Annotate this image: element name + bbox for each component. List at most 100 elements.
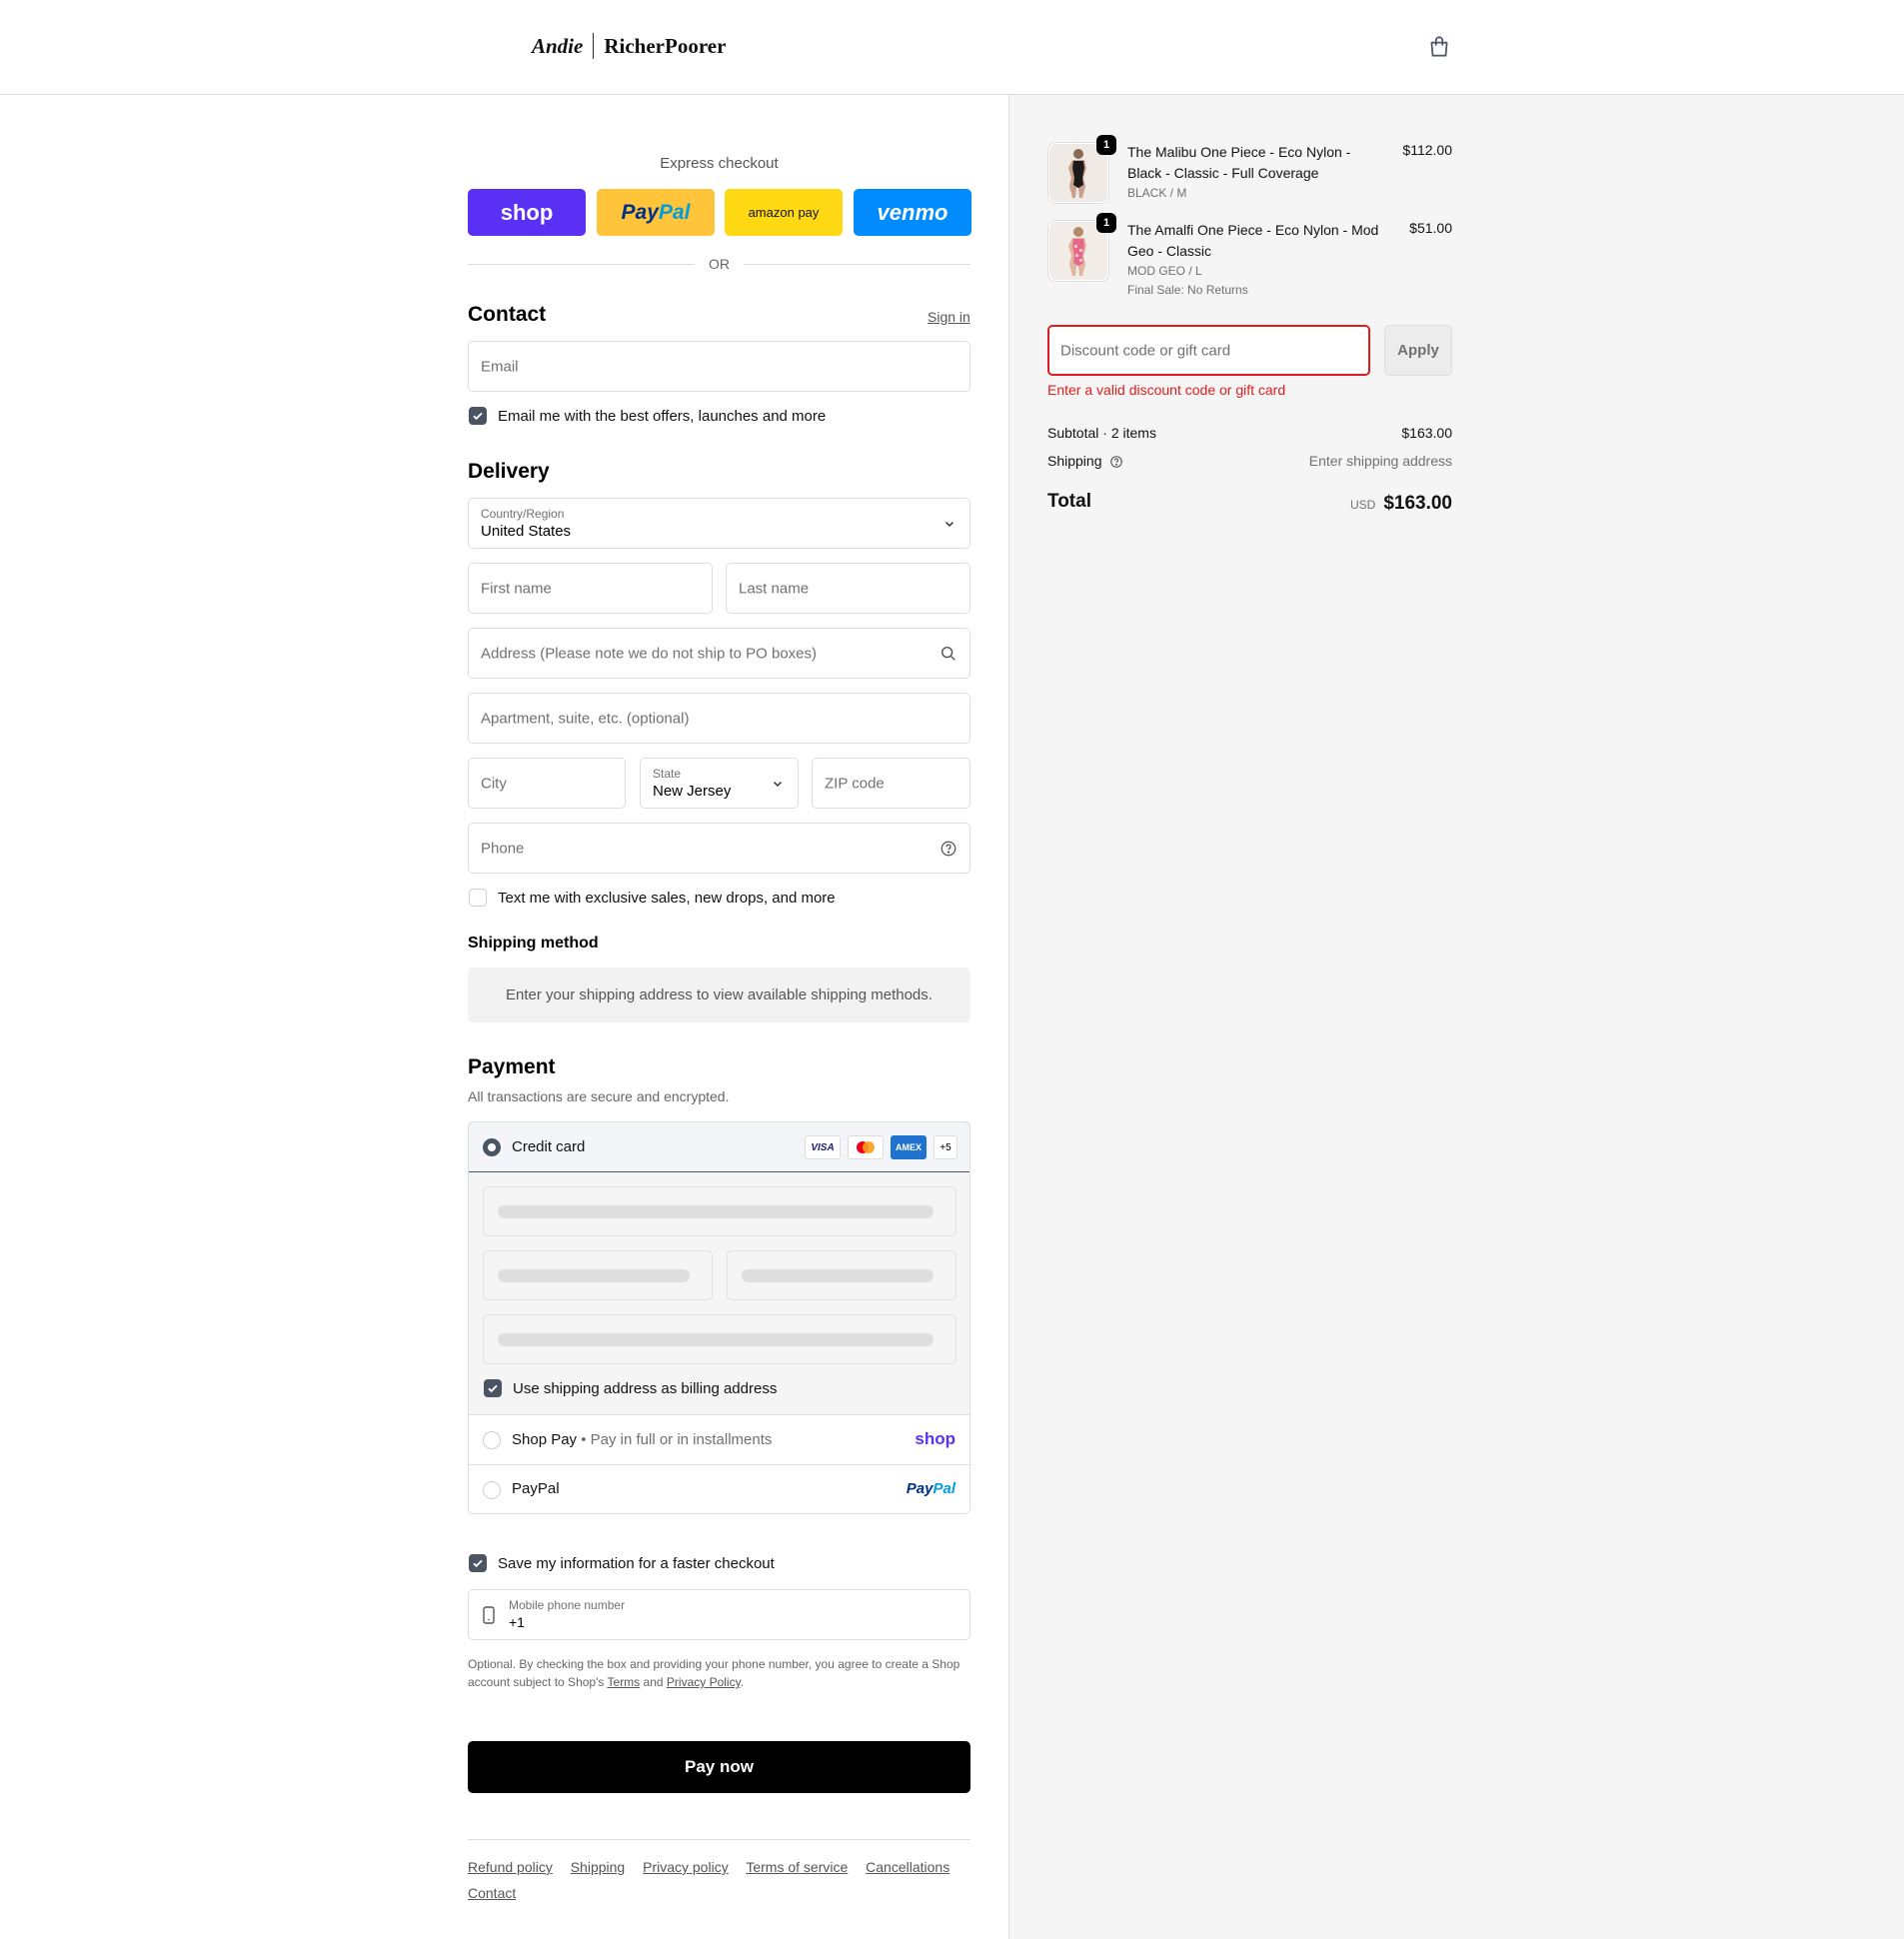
sign-in-link[interactable]: Sign in <box>928 309 970 325</box>
zip-placeholder: ZIP code <box>825 775 885 792</box>
paypal-logo: PayPal <box>907 1480 955 1497</box>
more-cards-badge: +5 <box>934 1135 957 1159</box>
email-placeholder: Email <box>481 358 519 375</box>
shop-pay-wordmark: shop <box>500 199 554 225</box>
billing-address-checkbox-row[interactable]: Use shipping address as billing address <box>484 1379 777 1397</box>
logo-divider <box>593 33 595 59</box>
paypal-radio[interactable] <box>483 1481 501 1499</box>
apartment-field[interactable]: Apartment, suite, etc. (optional) <box>468 693 970 744</box>
discount-code-placeholder: Discount code or gift card <box>1060 342 1231 359</box>
footer-links: Refund policy Shipping Privacy policy Te… <box>468 1854 970 1906</box>
state-label: State <box>653 767 682 781</box>
shop-pay-option[interactable]: Shop Pay • Pay in full or in installment… <box>469 1415 969 1465</box>
apply-discount-button[interactable]: Apply <box>1384 325 1452 376</box>
shop-account-fine-print: Optional. By checking the box and provid… <box>468 1655 970 1691</box>
email-offers-checkbox[interactable] <box>469 407 487 425</box>
expiry-field-loading[interactable] <box>483 1250 713 1300</box>
check-icon <box>473 1559 483 1568</box>
security-code-field-loading[interactable] <box>727 1250 956 1300</box>
address-field[interactable]: Address (Please note we do not ship to P… <box>468 628 970 679</box>
loading-bar <box>498 1333 934 1346</box>
billing-address-label: Use shipping address as billing address <box>513 1379 778 1397</box>
discount-code-input[interactable]: Discount code or gift card <box>1047 325 1370 376</box>
save-info-checkbox-row[interactable]: Save my information for a faster checkou… <box>469 1554 775 1572</box>
address-placeholder: Address (Please note we do not ship to P… <box>481 645 818 662</box>
name-on-card-field-loading[interactable] <box>483 1314 956 1364</box>
shopping-bag-icon[interactable] <box>1426 34 1452 60</box>
shop-pay-logo: shop <box>915 1429 955 1448</box>
shop-pay-express-button[interactable]: shop <box>468 189 586 236</box>
country-select[interactable]: Country/Region United States <box>468 498 970 549</box>
paypal-option[interactable]: PayPal PayPal <box>469 1465 969 1513</box>
total-label: Total <box>1047 491 1091 512</box>
shipping-policy-link[interactable]: Shipping <box>571 1859 626 1875</box>
item-price: $51.00 <box>1409 220 1452 236</box>
contact-heading: Contact <box>468 303 547 326</box>
email-offers-checkbox-row[interactable]: Email me with the best offers, launches … <box>469 407 826 425</box>
shop-pay-radio[interactable] <box>483 1431 501 1449</box>
credit-card-radio[interactable] <box>483 1138 501 1156</box>
loading-bar <box>742 1269 934 1282</box>
venmo-express-button[interactable]: venmo <box>854 189 971 236</box>
mobile-phone-value: +1 <box>509 1614 525 1630</box>
shop-privacy-link[interactable]: Privacy Policy <box>667 1675 741 1689</box>
help-circle-icon[interactable] <box>1109 455 1123 469</box>
mobile-phone-field[interactable]: Mobile phone number +1 <box>468 1589 970 1640</box>
first-name-placeholder: First name <box>481 580 552 597</box>
payment-heading: Payment <box>468 1055 556 1078</box>
total-amount: USD $163.00 <box>1350 493 1452 515</box>
credit-card-label: Credit card <box>512 1138 586 1155</box>
header: Andie RicherPoorer <box>0 0 1904 95</box>
city-field[interactable]: City <box>468 758 626 809</box>
shop-pay-label: Shop Pay • Pay in full or in installment… <box>512 1431 772 1448</box>
refund-policy-link[interactable]: Refund policy <box>468 1859 553 1875</box>
apartment-placeholder: Apartment, suite, etc. (optional) <box>481 710 690 727</box>
express-checkout-title: Express checkout <box>660 155 779 172</box>
item-name: The Malibu One Piece - Eco Nylon - Black… <box>1127 144 1351 181</box>
contact-link[interactable]: Contact <box>468 1885 516 1901</box>
divider-line <box>744 263 970 265</box>
mobile-phone-label: Mobile phone number <box>509 1598 626 1612</box>
amazon-pay-wordmark: amazon pay <box>748 205 820 220</box>
store-logo[interactable]: Andie RicherPoorer <box>532 33 726 59</box>
amex-icon: AMEX <box>891 1135 927 1159</box>
sms-checkbox[interactable] <box>469 889 487 907</box>
shop-terms-link[interactable]: Terms <box>608 1675 641 1689</box>
email-field[interactable]: Email <box>468 341 970 392</box>
zip-field[interactable]: ZIP code <box>812 758 970 809</box>
shipping-method-heading: Shipping method <box>468 935 599 952</box>
privacy-policy-link[interactable]: Privacy policy <box>643 1859 729 1875</box>
cancellations-link[interactable]: Cancellations <box>866 1859 950 1875</box>
phone-field[interactable]: Phone <box>468 823 970 874</box>
help-circle-icon[interactable] <box>940 840 957 858</box>
billing-address-checkbox[interactable] <box>484 1379 502 1397</box>
paypal-express-button[interactable]: Pay Pal <box>597 189 715 236</box>
credit-card-form: Use shipping address as billing address <box>469 1172 969 1415</box>
phone-placeholder: Phone <box>481 840 525 857</box>
cart-item: 1 The Amalfi One Piece - Eco Nylon - Mod… <box>1047 213 1452 300</box>
mastercard-icon <box>848 1135 884 1159</box>
or-label: OR <box>709 256 730 272</box>
credit-card-option[interactable]: Credit card VISA AMEX +5 <box>469 1122 969 1172</box>
amazon-pay-express-button[interactable]: amazon pay <box>725 189 843 236</box>
card-number-field-loading[interactable] <box>483 1186 956 1236</box>
paypal-wordmark-pal: Pal <box>658 200 691 224</box>
quantity-badge: 1 <box>1096 213 1116 233</box>
subtotal-value: $163.00 <box>1401 425 1452 441</box>
item-variant: MOD GEO / L <box>1127 264 1202 278</box>
shipping-method-notice: Enter your shipping address to view avai… <box>468 968 970 1022</box>
shop-pay-note: Pay in full or in installments <box>590 1431 773 1448</box>
item-price: $112.00 <box>1402 142 1452 158</box>
venmo-wordmark: venmo <box>877 199 949 225</box>
state-select[interactable]: State New Jersey <box>640 758 799 809</box>
payment-options: Credit card VISA AMEX +5 Use shipping ad… <box>468 1121 970 1514</box>
save-info-checkbox[interactable] <box>469 1554 487 1572</box>
pay-now-button[interactable]: Pay now <box>468 1741 970 1793</box>
total-value: $163.00 <box>1383 493 1452 514</box>
last-name-field[interactable]: Last name <box>726 563 970 614</box>
loading-bar <box>498 1269 690 1282</box>
sms-checkbox-row[interactable]: Text me with exclusive sales, new drops,… <box>469 889 836 907</box>
first-name-field[interactable]: First name <box>468 563 713 614</box>
terms-of-service-link[interactable]: Terms of service <box>746 1859 848 1875</box>
logo-richerpoorer: RicherPoorer <box>604 33 727 58</box>
